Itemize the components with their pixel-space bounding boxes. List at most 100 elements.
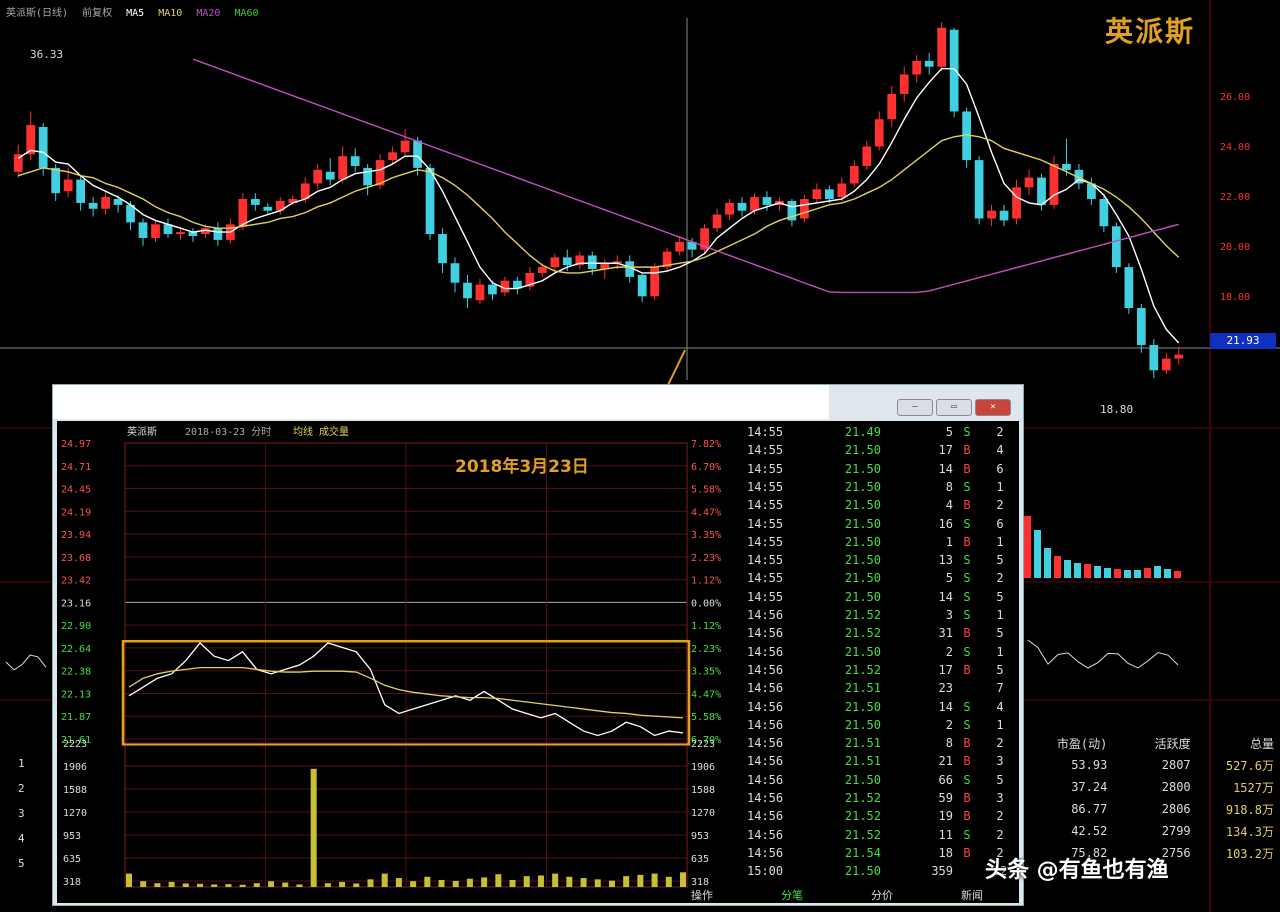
candle-body <box>151 224 160 238</box>
candle-body <box>438 234 447 264</box>
indicator-fq[interactable]: 前复权 <box>82 8 112 19</box>
quote-cell: 2799 <box>1161 824 1191 838</box>
price-tick-label: 23.68 <box>61 553 91 564</box>
candle-body <box>313 169 323 184</box>
candle-body <box>138 222 148 238</box>
indicator-ma60[interactable]: MA60 <box>234 8 258 19</box>
window-title-bar[interactable] <box>53 385 829 419</box>
candle-body <box>1037 177 1046 205</box>
pct-tick-label: 6.70% <box>691 462 721 473</box>
candle-body <box>750 197 759 211</box>
tick-row: 14:56 21.52 31 B 5 <box>747 626 1019 644</box>
daily-volume-bar <box>1094 566 1101 578</box>
tick-bs <box>953 864 981 882</box>
tick-vol: 8 <box>945 479 953 494</box>
maximize-button[interactable]: ▭ <box>936 399 972 416</box>
candle-body <box>562 257 572 266</box>
volume-tick-label: 953 <box>63 831 81 842</box>
candle-body <box>51 167 61 194</box>
volume-bar <box>665 876 672 887</box>
candle-body <box>413 140 422 168</box>
candle-body <box>650 267 660 297</box>
tick-vol: 17 <box>938 443 953 458</box>
tick-price: 21.52 <box>844 662 881 677</box>
price-tick-label: 24.97 <box>61 439 91 450</box>
tick-price: 21.51 <box>844 681 881 696</box>
tick-time: 14:55 <box>747 443 784 458</box>
candle-body <box>887 93 897 120</box>
ma5-line <box>17 67 1180 344</box>
tick-row: 14:55 21.50 14 B 6 <box>747 462 1019 480</box>
candle-body <box>587 255 597 270</box>
left-row-number: 2 <box>18 782 25 795</box>
tick-time: 14:56 <box>747 717 784 732</box>
pct-tick-label: 0.00% <box>691 598 721 609</box>
right-axis-label: 18.00 <box>1220 292 1250 303</box>
candle-body <box>63 179 73 192</box>
tab-2[interactable]: 分价 <box>837 887 927 903</box>
volume-tick-label-right: 635 <box>691 854 709 865</box>
candle-body <box>425 167 435 235</box>
tab-1[interactable]: 分笔 <box>747 887 837 903</box>
tick-vol: 8 <box>945 736 953 751</box>
tick-time: 14:55 <box>747 516 784 531</box>
low-price-label: 18.80 <box>1100 403 1134 416</box>
tick-price: 21.50 <box>844 644 881 659</box>
indicator-ma20[interactable]: MA20 <box>196 8 220 19</box>
tick-bs: B <box>963 662 971 677</box>
quote-cell: 37.24 <box>1071 780 1108 794</box>
indicator-line-left <box>5 654 47 671</box>
candle-body <box>874 119 884 147</box>
quote-cell: 2806 <box>1161 802 1191 816</box>
candle-body <box>1161 358 1171 371</box>
stock-name: 英派斯(日线) <box>6 8 69 19</box>
pct-tick-label: 2.23% <box>691 553 721 564</box>
tick-time: 14:56 <box>747 608 784 622</box>
tick-time: 14:56 <box>747 845 784 860</box>
candle-body <box>400 140 410 153</box>
price-tick-label: 24.19 <box>61 507 91 518</box>
tick-bs: S <box>963 717 971 732</box>
tick-row: 14:55 21.50 4 B 2 <box>747 498 1019 516</box>
right-axis-label: 24.00 <box>1220 142 1250 153</box>
daily-volume-bar <box>1044 548 1051 578</box>
tick-price: 21.49 <box>844 425 881 439</box>
tick-bs: S <box>963 608 971 622</box>
quote-cell: 103.2万 <box>1225 846 1274 861</box>
tick-price: 21.52 <box>844 608 881 622</box>
tick-bs: S <box>963 479 971 494</box>
indicator-ma5[interactable]: MA5 <box>126 8 144 19</box>
tick-n: 2 <box>996 827 1004 842</box>
tick-vol: 14 <box>938 589 953 604</box>
volume-bar <box>367 879 374 887</box>
candle-body <box>637 274 647 297</box>
tick-row: 14:56 21.50 14 S 4 <box>747 700 1019 718</box>
brand-title: 英派斯 <box>1105 15 1196 48</box>
tab-3[interactable]: 新闻 <box>927 887 1017 903</box>
right-axis-label: 26.00 <box>1220 92 1250 103</box>
volume-bar <box>680 872 686 887</box>
tick-n: 1 <box>996 534 1004 549</box>
intraday-panel: 24.97 7.82% 24.71 6.70% 24.45 5.58% 24.19 4.47%… <box>57 421 1019 903</box>
tick-n: 3 <box>996 791 1004 805</box>
minimize-button[interactable]: — <box>897 399 933 416</box>
tick-row: 14:55 21.50 17 B 4 <box>747 443 1019 461</box>
tick-price: 21.51 <box>844 754 881 769</box>
candle-body <box>537 267 547 273</box>
close-button[interactable]: ✕ <box>975 399 1011 416</box>
quote-row: 37.24 2800 1527万 <box>1024 776 1274 798</box>
tick-vol: 3 <box>945 608 953 622</box>
tick-price: 21.50 <box>844 479 881 494</box>
daily-volume-bar <box>1064 560 1071 578</box>
candle-body <box>388 152 397 161</box>
candle-body <box>263 206 273 211</box>
quote-cell: 1527万 <box>1233 780 1274 795</box>
tick-vol: 16 <box>938 516 953 531</box>
volume-bar <box>509 879 516 887</box>
tick-price: 21.50 <box>844 589 881 604</box>
tick-time: 14:56 <box>747 662 784 677</box>
indicator-ma10[interactable]: MA10 <box>158 8 182 19</box>
tab-0[interactable]: 操作 <box>657 887 747 903</box>
pct-tick-label: 2.23% <box>691 644 721 655</box>
tick-bs: B <box>963 736 971 751</box>
